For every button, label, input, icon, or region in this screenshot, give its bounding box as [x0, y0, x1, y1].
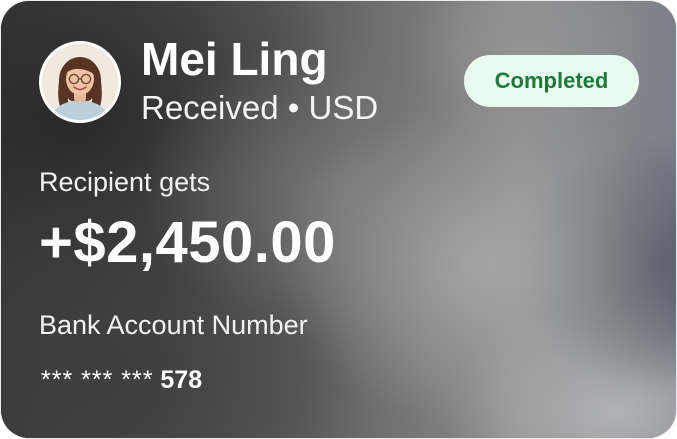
transaction-currency: USD [308, 89, 379, 126]
recipient-gets-label: Recipient gets [39, 167, 211, 197]
transaction-subtitle: Received • USD [141, 89, 378, 127]
contact-name: Mei Ling [141, 33, 328, 85]
status-badge: Completed [464, 55, 639, 107]
account-last-digits: 578 [160, 366, 203, 394]
bank-account-number: *** *** *** 578 [41, 365, 202, 395]
amount-value: +$2,450.00 [39, 210, 336, 275]
account-masked-prefix: *** *** *** [41, 366, 154, 394]
avatar [39, 41, 121, 123]
card-content: Mei Ling Received • USD Completed Recipi… [1, 1, 676, 438]
transaction-card: Mei Ling Received • USD Completed Recipi… [1, 1, 676, 438]
person-avatar-icon [42, 44, 118, 120]
transaction-direction: Received [141, 89, 279, 126]
subtitle-separator: • [287, 89, 300, 126]
bank-account-label: Bank Account Number [39, 310, 308, 340]
